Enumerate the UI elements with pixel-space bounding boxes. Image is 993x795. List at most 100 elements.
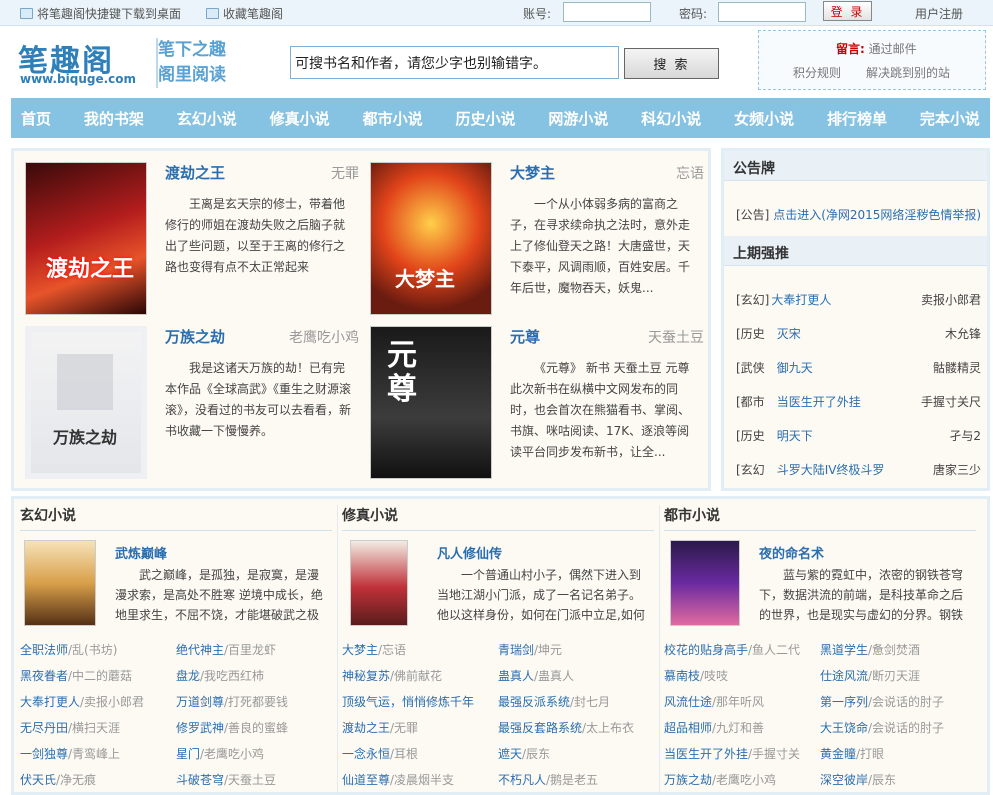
site-url: www.biquge.com [20, 72, 137, 86]
bookmark-link[interactable]: 收藏笔趣阁 [206, 5, 283, 22]
points-rules-link[interactable]: 积分规则 [793, 64, 841, 81]
rec-author: 卖报小郎君 [920, 293, 981, 307]
book-desc: 一个从小体弱多病的富商之子，在寻求续命执之法时，意外走上了修仙登天之路！大唐盛世… [510, 197, 691, 295]
book-cover[interactable]: 渡劫之王 [25, 162, 147, 315]
search-input[interactable] [290, 46, 619, 79]
nav-wangyou[interactable]: 网游小说 [548, 108, 608, 129]
rec-row: [历史 灭宋 木允锋 [736, 325, 981, 342]
book-cover[interactable] [670, 540, 740, 626]
book-cover[interactable] [24, 540, 96, 626]
list-item: 黑道学生/惫剑焚酒 [820, 643, 921, 657]
nav-lishi[interactable]: 历史小说 [455, 108, 515, 129]
list-item: 绝代神主/百里龙虾 [176, 643, 277, 657]
nav-bookshelf[interactable]: 我的书架 [84, 108, 144, 129]
rec-author: 孑与2 [949, 429, 981, 443]
register-link[interactable]: 用户注册 [915, 5, 963, 22]
book-title[interactable]: 大梦主 [510, 162, 555, 183]
book-cover[interactable]: 元尊 [370, 326, 492, 479]
nav-completed[interactable]: 完本小说 [920, 108, 980, 129]
list-item: 第一序列/会说话的肘子 [820, 695, 945, 709]
list-item: 最强反派系统/封七月 [498, 695, 611, 709]
message-link[interactable]: 通过邮件 [869, 42, 917, 56]
redirect-fix-link[interactable]: 解决跳到别的站 [866, 64, 950, 81]
column-title[interactable]: 玄幻小说 [20, 505, 332, 531]
notice-link[interactable]: 点击进入(净网2015网络淫秽色情举报) [773, 208, 981, 222]
password-input[interactable] [718, 2, 806, 22]
list-item: 盘龙/我吃西红柿 [176, 669, 265, 683]
list-item: 慕南枝/吱吱 [664, 669, 729, 683]
featured-books: 渡劫之王 渡劫之王 无罪 王离是玄天宗的修士，带着他修行的师姐在渡劫失败之后脑子… [11, 148, 711, 491]
featured-book: 元尊 元尊 天蚕土豆 《元尊》 新书 天蚕土豆 元尊此次新书在纵横中文网发布的同… [370, 326, 710, 481]
list-item: 一剑独尊/青鸾峰上 [20, 747, 121, 761]
column-title[interactable]: 修真小说 [342, 505, 654, 531]
nav-dushi[interactable]: 都市小说 [363, 108, 423, 129]
list-item: 深空彼岸/辰东 [820, 773, 897, 787]
list-item: 修罗武神/善良的蜜蜂 [176, 721, 289, 735]
nav-kehuan[interactable]: 科幻小说 [641, 108, 701, 129]
sidebar: 公告牌 [公告] 点击进入(净网2015网络淫秽色情举报) 上期强推 [玄幻] 大… [721, 148, 990, 491]
account-label: 账号: [523, 7, 552, 21]
notice-item: [公告] 点击进入(净网2015网络淫秽色情举报) [736, 206, 981, 223]
list-item: 万道剑尊/打死都要钱 [176, 695, 289, 709]
book-author: 天蚕土豆 [648, 330, 704, 346]
book-title[interactable]: 万族之劫 [165, 326, 225, 347]
cover-title: 大梦主 [395, 267, 455, 291]
recommend-title: 上期强推 [724, 236, 987, 266]
column-feature-title[interactable]: 夜的命名术 [759, 543, 824, 562]
slogan: 笔下之趣 阁里阅读 [156, 38, 251, 88]
rec-row: [都市 当医生开了外挂 手握寸关尺 [736, 393, 981, 410]
column-feature-title[interactable]: 凡人修仙传 [437, 543, 502, 562]
list-item: 风流仕途/那年听风 [664, 695, 765, 709]
book-cover[interactable] [350, 540, 408, 626]
nav-nvpin[interactable]: 女频小说 [734, 108, 794, 129]
book-desc: 《元尊》 新书 天蚕土豆 元尊此次新书在纵横中文网发布的同时，也会首次在熊猫看书… [510, 361, 691, 459]
cover-title: 渡劫之王 [46, 256, 135, 282]
list-item: 大梦主/忘语 [342, 643, 407, 657]
list-item: 一念永恒/耳根 [342, 747, 419, 761]
nav-xiuzhen[interactable]: 修真小说 [270, 108, 330, 129]
column-feature-desc: 武之巅峰，是孤独，是寂寞，是漫漫求索，是高处不胜寒 逆境中成长，绝地里求生，不屈… [115, 568, 323, 622]
rec-author: 木允锋 [944, 327, 981, 341]
nav-home[interactable]: 首页 [21, 108, 51, 129]
password-label: 密码: [679, 7, 708, 21]
book-desc: 王离是玄天宗的修士，带着他修行的师姐在渡劫失败之后脑子就出了些问题，以至于王离的… [165, 197, 346, 274]
list-item: 大奉打更人/卖报小郎君 [20, 695, 145, 709]
rec-book[interactable]: 大奉打更人 [771, 291, 831, 308]
rec-row: [武侠 御九天 骷髅精灵 [736, 359, 981, 376]
search-button[interactable]: 搜 索 [624, 48, 719, 79]
book-title[interactable]: 元尊 [510, 326, 540, 347]
rec-book[interactable]: 当医生开了外挂 [777, 393, 861, 410]
book-cover[interactable]: 万族之劫 [25, 326, 147, 479]
column-feature-title[interactable]: 武炼巅峰 [115, 543, 167, 562]
notice-box [758, 30, 986, 90]
desktop-icon [20, 8, 33, 19]
list-item: 校花的贴身高手/鱼人二代 [664, 643, 801, 657]
notice-board-title: 公告牌 [724, 151, 987, 181]
book-title[interactable]: 渡劫之王 [165, 162, 225, 183]
nav-xuanhuan[interactable]: 玄幻小说 [177, 108, 237, 129]
notice-cat: [公告] [736, 208, 770, 222]
list-item: 遮天/辰东 [498, 747, 551, 761]
column-feature-desc: 蓝与紫的霓虹中，浓密的钢铁苍穹下，数据洪流的前端，是科技革命之后的世界，也是现实… [759, 568, 964, 622]
rec-book[interactable]: 斗罗大陆IV终极斗罗 [777, 461, 885, 478]
nav-ranking[interactable]: 排行榜单 [827, 108, 887, 129]
rec-book[interactable]: 灭宋 [777, 325, 801, 342]
list-item: 仕途风流/断刃天涯 [820, 669, 921, 683]
rec-row: [玄幻] 大奉打更人 卖报小郎君 [736, 291, 981, 308]
book-author: 无罪 [331, 166, 359, 182]
rec-row: [玄幻 斗罗大陆IV终极斗罗 唐家三少 [736, 461, 981, 478]
list-item: 神秘复苏/佛前献花 [342, 669, 443, 683]
column-title[interactable]: 都市小说 [664, 505, 976, 531]
featured-book: 万族之劫 万族之劫 老鹰吃小鸡 我是这诸天万族的劫！已有完本作品《全球高武》《重… [25, 326, 365, 481]
list-item: 全职法师/乱(书坊) [20, 643, 118, 657]
rec-book[interactable]: 御九天 [777, 359, 813, 376]
login-button[interactable]: 登 录 [823, 1, 872, 21]
book-cover[interactable]: 大梦主 [370, 162, 492, 315]
account-input[interactable] [563, 2, 651, 22]
list-item: 万族之劫/老鹰吃小鸡 [664, 773, 777, 787]
top-bar: 将笔趣阁快捷键下载到桌面 收藏笔趣阁 账号: 密码: 登 录 用户注册 [0, 0, 993, 26]
shortcut-link[interactable]: 将笔趣阁快捷键下载到桌面 [20, 5, 181, 22]
list-item: 黑夜眷者/中二的蘑菇 [20, 669, 133, 683]
message-label: 留言: [836, 42, 865, 56]
rec-book[interactable]: 明天下 [777, 427, 813, 444]
